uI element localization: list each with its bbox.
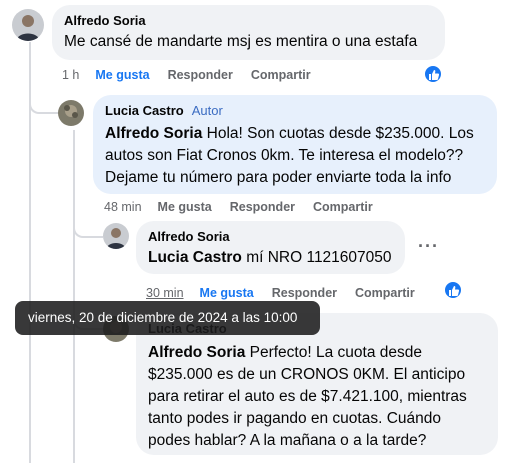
reply-button[interactable]: Responder [272, 286, 337, 300]
comment-time[interactable]: 1 h [62, 68, 79, 82]
comment-time[interactable]: 48 min [104, 200, 142, 214]
share-button[interactable]: Compartir [355, 286, 415, 300]
comment-text: Lucia Castro mí NRO 1121607050 [148, 247, 393, 269]
reply-button[interactable]: Responder [168, 68, 233, 82]
comment-header: Lucia Castro Autor [105, 102, 485, 120]
comment-bubble: Alfredo Soria Me cansé de mandarte msj e… [52, 5, 445, 60]
thread-line [73, 130, 75, 463]
comment-author[interactable]: Lucia Castro [105, 103, 184, 118]
comment-actions: 1 h Me gusta Responder Compartir [62, 68, 329, 82]
thumbs-up-icon[interactable] [443, 280, 463, 300]
comment-text: Alfredo Soria Hola! Son cuotas desde $23… [105, 123, 485, 189]
like-button[interactable]: Me gusta [200, 286, 254, 300]
comment-bubble: Lucia Castro Autor Alfredo Soria Hola! So… [93, 95, 497, 194]
comment-body: mí NRO 1121607050 [241, 249, 392, 266]
more-options-icon[interactable]: ··· [418, 236, 439, 257]
like-button[interactable]: Me gusta [95, 68, 149, 82]
comment-author[interactable]: Alfredo Soria [148, 228, 393, 245]
avatar-lucia[interactable] [58, 100, 84, 126]
mention[interactable]: Alfredo Soria [148, 344, 245, 361]
timestamp-tooltip: viernes, 20 de diciembre de 2024 a las 1… [15, 301, 320, 335]
thumbs-up-icon[interactable] [423, 64, 443, 84]
comment-author[interactable]: Alfredo Soria [64, 12, 433, 29]
mention[interactable]: Lucia Castro [148, 249, 242, 266]
comment-actions: 30 min Me gusta Responder Compartir [146, 286, 433, 300]
comment-text: Alfredo Soria Perfecto! La cuota desde $… [148, 342, 486, 452]
share-button[interactable]: Compartir [313, 200, 373, 214]
avatar-alfredo[interactable] [12, 9, 44, 41]
comment-bubble: Alfredo Soria Lucia Castro mí NRO 112160… [136, 221, 405, 274]
thread-connector [29, 80, 59, 114]
author-badge: Autor [191, 103, 223, 118]
comment-time[interactable]: 30 min [146, 286, 184, 300]
like-button[interactable]: Me gusta [158, 200, 212, 214]
mention[interactable]: Alfredo Soria [105, 125, 202, 142]
avatar-alfredo[interactable] [103, 223, 129, 249]
reply-button[interactable]: Responder [230, 200, 295, 214]
share-button[interactable]: Compartir [251, 68, 311, 82]
comment-actions: 48 min Me gusta Responder Compartir [104, 200, 391, 214]
comment-text: Me cansé de mandarte msj es mentira o un… [64, 33, 418, 50]
thread-connector [73, 208, 103, 238]
